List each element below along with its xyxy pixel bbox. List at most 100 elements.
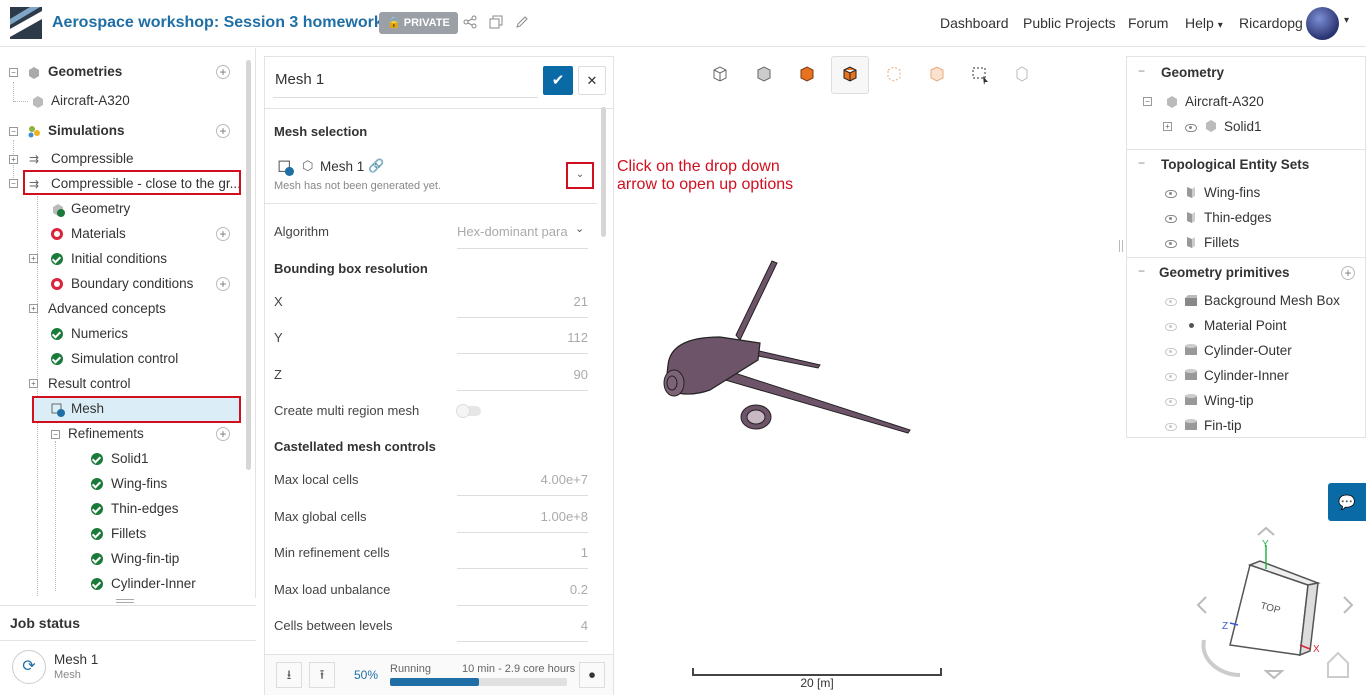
view-solid-icon[interactable] [747,58,781,92]
right-solid1[interactable]: Solid1 [1224,116,1262,138]
refinement-wing-fins[interactable]: Wing-fins [111,473,167,495]
avatar[interactable] [1306,7,1339,40]
min-refinement-input[interactable]: 1 [457,545,588,560]
nav-dashboard[interactable]: Dashboard [940,15,1009,31]
box-select-icon[interactable] [963,58,997,92]
confirm-button[interactable]: ✔ [543,66,573,95]
nav-help[interactable]: Help ▾ [1185,15,1223,31]
prim-wing-tip[interactable]: Wing-tip [1204,390,1254,412]
refinement-fillets[interactable]: Fillets [111,523,146,545]
expand-solid1-icon[interactable]: + [1163,122,1172,131]
tree-item-initial-conditions[interactable]: Initial conditions [71,248,167,270]
view-settings-icon[interactable] [1005,58,1039,92]
y-input[interactable]: 112 [457,330,588,345]
expand-initial-conditions-icon[interactable]: + [29,254,38,263]
max-local-input[interactable]: 4.00e+7 [457,472,588,487]
algorithm-select[interactable]: Hex-dominant para [457,224,569,239]
tree-item-geometry[interactable]: Geometry [71,198,130,220]
collapse-refinements-icon[interactable]: − [51,430,60,439]
geometries-label[interactable]: Geometries [48,61,122,83]
mesh-dropdown-button[interactable]: ⌄ [566,162,594,189]
simscale-logo[interactable] [10,7,42,39]
prim-cylinder-outer[interactable]: Cylinder-Outer [1204,340,1292,362]
aircraft-model[interactable] [650,255,920,440]
share-icon[interactable] [463,15,477,29]
eye-icon[interactable] [1165,398,1177,406]
eye-icon[interactable] [1165,215,1177,223]
cells-between-input[interactable]: 4 [457,618,588,633]
simulations-label[interactable]: Simulations [48,120,125,142]
nav-forum[interactable]: Forum [1128,15,1168,31]
expand-result-control-icon[interactable]: + [29,379,38,388]
job-name[interactable]: Mesh 1 [54,652,98,667]
add-refinement-button[interactable]: + [216,427,230,441]
mesh-name-input[interactable]: Mesh 1 [275,71,324,88]
eye-icon[interactable] [1165,298,1177,306]
nav-public-projects[interactable]: Public Projects [1023,15,1116,31]
tree-scrollbar[interactable] [246,60,251,470]
eye-icon[interactable] [1165,190,1177,198]
resize-handle-icon[interactable] [116,599,134,603]
eye-icon[interactable] [1165,348,1177,356]
right-resize-handle-icon[interactable] [1119,240,1123,252]
collapse-geometry-icon[interactable]: − [1137,65,1146,77]
topo-wing-fins[interactable]: Wing-fins [1204,182,1260,204]
topo-thin-edges[interactable]: Thin-edges [1204,207,1272,229]
view-transparent-icon[interactable] [920,58,954,92]
view-cube[interactable]: TOP Y Z X [1190,525,1360,690]
add-material-button[interactable]: + [216,227,230,241]
eye-icon[interactable] [1165,323,1177,331]
view-points-icon[interactable] [877,58,911,92]
collapse-geometries-icon[interactable]: − [9,68,18,77]
z-input[interactable]: 90 [457,367,588,382]
panel-scrollbar[interactable] [601,107,606,237]
tree-item-simulation-control[interactable]: Simulation control [71,348,178,370]
view-surface-icon[interactable] [790,58,824,92]
add-simulation-button[interactable]: + [216,124,230,138]
refinement-cylinder-inner[interactable]: Cylinder-Inner [111,573,196,595]
edit-icon[interactable] [515,15,529,29]
max-global-input[interactable]: 1.00e+8 [457,509,588,524]
view-wireframe-icon[interactable] [703,58,737,92]
sim-compressible[interactable]: Compressible [51,148,134,170]
collapse-simulations-icon[interactable]: − [9,127,18,136]
tree-item-boundary-conditions[interactable]: Boundary conditions [71,273,193,295]
refinement-solid1[interactable]: Solid1 [111,448,149,470]
user-name[interactable]: Ricardopg [1239,15,1303,31]
tree-item-result-control[interactable]: Result control [48,373,131,395]
max-load-input[interactable]: 0.2 [457,582,588,597]
geometry-item-aircraft[interactable]: Aircraft-A320 [51,90,130,112]
upload-icon[interactable]: ⭱ [309,662,335,688]
multi-region-toggle[interactable] [456,404,481,418]
collapse-prims-icon[interactable]: − [1137,265,1146,277]
tree-item-materials[interactable]: Materials [71,223,126,245]
prim-background-mesh-box[interactable]: Background Mesh Box [1204,290,1340,312]
prim-cylinder-inner[interactable]: Cylinder-Inner [1204,365,1289,387]
link-icon[interactable]: 🔗 [368,158,384,174]
right-geometry-item[interactable]: Aircraft-A320 [1185,91,1264,113]
eye-icon[interactable] [1185,124,1197,132]
eye-icon[interactable] [1165,240,1177,248]
collapse-topo-icon[interactable]: − [1137,157,1146,169]
close-button[interactable]: ✕ [578,66,606,95]
collapse-sim2-icon[interactable]: − [9,179,18,188]
chat-icon[interactable]: 💬 [1328,483,1366,521]
add-boundary-condition-button[interactable]: + [216,277,230,291]
copy-icon[interactable] [489,15,503,29]
prim-fin-tip[interactable]: Fin-tip [1204,415,1242,437]
add-primitive-button[interactable]: + [1341,266,1355,280]
stop-icon[interactable]: ⏺ [579,662,605,688]
chevron-down-icon[interactable]: ⌄ [575,222,584,235]
view-surface-edges-icon[interactable] [833,58,867,92]
expand-sim1-icon[interactable]: + [9,155,18,164]
collapse-aircraft-icon[interactable]: − [1143,97,1152,106]
tree-item-refinements[interactable]: Refinements [68,423,144,445]
eye-icon[interactable] [1165,423,1177,431]
eye-icon[interactable] [1165,373,1177,381]
add-geometry-button[interactable]: + [216,65,230,79]
prim-material-point[interactable]: Material Point [1204,315,1287,337]
topo-fillets[interactable]: Fillets [1204,232,1239,254]
tree-item-advanced-concepts[interactable]: Advanced concepts [48,298,166,320]
refinement-thin-edges[interactable]: Thin-edges [111,498,179,520]
expand-advanced-concepts-icon[interactable]: + [29,304,38,313]
